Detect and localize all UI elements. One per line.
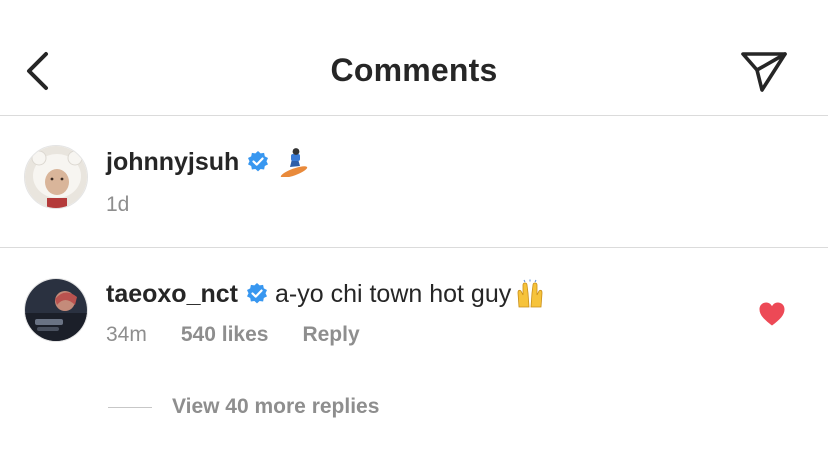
heart-icon[interactable] <box>758 301 786 327</box>
view-more-replies-button[interactable]: View 40 more replies <box>108 395 379 419</box>
avatar[interactable] <box>24 145 88 209</box>
replies-divider <box>108 406 152 408</box>
page-title: Comments <box>330 52 498 88</box>
verified-badge-icon <box>248 151 269 172</box>
post-caption: johnnyjsuh 1d <box>0 117 828 248</box>
comment-line: taeoxo_nct a-yo chi town hot guy <box>106 279 545 309</box>
caption-timestamp: 1d <box>106 193 130 216</box>
snowboarder-emoji <box>281 148 308 177</box>
comment-meta: 34m 540 likes Reply <box>106 323 394 347</box>
verified-badge-icon <box>246 283 267 304</box>
avatar-image <box>25 146 87 208</box>
comment-text: a-yo chi town hot guy <box>274 279 512 308</box>
comments-header: Comments <box>0 0 828 116</box>
username[interactable]: taeoxo_nct <box>106 280 238 309</box>
likes-count[interactable]: 540 likes <box>181 323 269 347</box>
caption-line: johnnyjsuh <box>106 147 310 177</box>
raising-hands-emoji <box>517 279 543 308</box>
paper-plane-icon[interactable] <box>736 46 790 94</box>
avatar-image <box>25 279 87 341</box>
reply-button[interactable]: Reply <box>302 323 359 347</box>
username[interactable]: johnnyjsuh <box>106 148 239 177</box>
comment-timestamp: 34m <box>106 323 147 346</box>
avatar[interactable] <box>24 278 88 342</box>
view-replies-label: View 40 more replies <box>172 395 380 418</box>
comment-item: taeoxo_nct a-yo chi town hot guy 34m 540… <box>0 249 828 453</box>
